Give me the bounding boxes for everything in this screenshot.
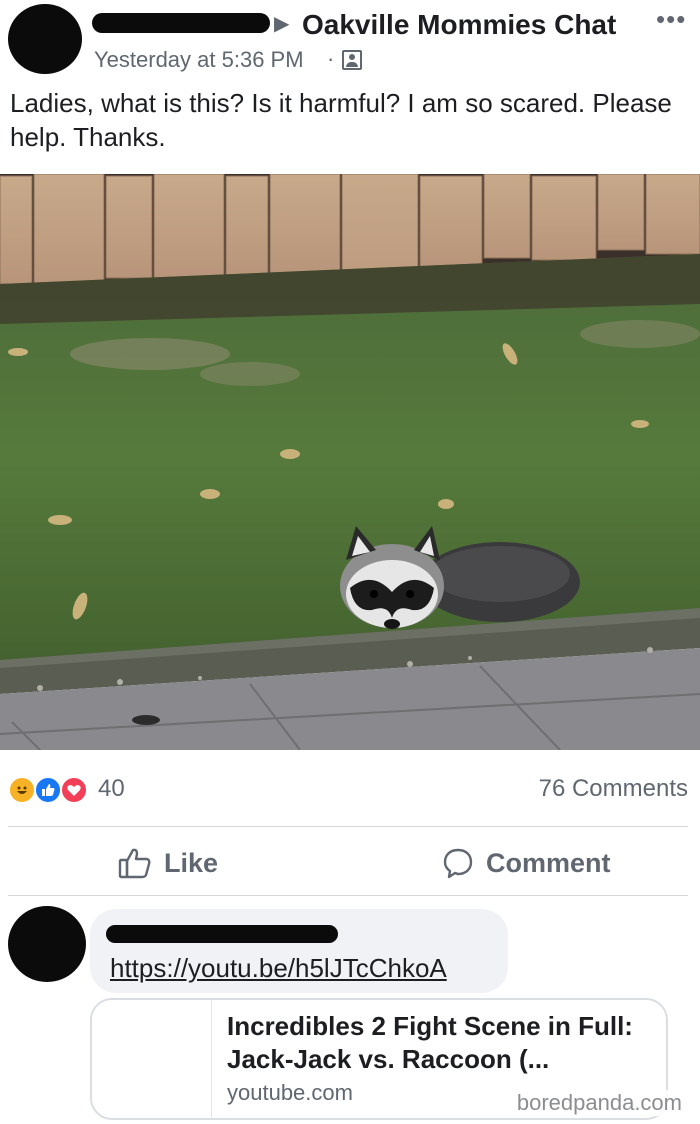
poster-avatar-redacted[interactable] — [8, 4, 82, 74]
comment-bubble: https://youtu.be/h5lJTcChkoA — [90, 909, 508, 993]
link-preview-domain: youtube.com — [227, 1080, 353, 1105]
comment-bubble-icon — [443, 848, 473, 879]
divider — [8, 895, 688, 896]
commenter-avatar-redacted[interactable] — [8, 906, 86, 982]
more-options-icon[interactable]: ••• — [656, 4, 686, 35]
like-reaction-icon[interactable] — [34, 776, 62, 804]
comment-youtube-link[interactable]: https://youtu.be/h5lJTcChkoA — [110, 953, 447, 984]
raccoon-photo — [0, 174, 700, 750]
group-audience-icon — [342, 50, 362, 70]
link-preview-thumbnail — [92, 1000, 212, 1118]
love-reaction-icon[interactable] — [60, 776, 88, 804]
post-text: Ladies, what is this? Is it harmful? I a… — [10, 88, 672, 152]
dot-separator: · — [327, 46, 335, 71]
group-name-link[interactable]: Oakville Mommies Chat — [302, 9, 616, 41]
comment-count[interactable]: 76 Comments — [539, 775, 688, 803]
divider — [8, 826, 688, 827]
reaction-count[interactable]: 40 — [98, 775, 125, 803]
arrow-right-icon: ▶ — [274, 13, 290, 35]
watermark: boredpanda.com — [514, 1090, 684, 1116]
commenter-name-redacted[interactable] — [106, 925, 338, 943]
thumbs-up-icon — [118, 848, 151, 879]
post-timestamp[interactable]: Yesterday at 5:36 PM — [94, 47, 304, 73]
like-button-label: Like — [164, 847, 219, 878]
comment-button-label: Comment — [486, 847, 611, 878]
haha-reaction-icon[interactable] — [8, 776, 36, 804]
reactions-bar: 40 76 Comments — [0, 770, 700, 810]
poster-name-redacted[interactable] — [92, 13, 270, 33]
post-header: ▶ Oakville Mommies Chat ••• Yesterday at… — [0, 0, 700, 80]
comment-button[interactable]: Comment — [442, 843, 611, 883]
like-button[interactable]: Like — [118, 843, 218, 883]
post-photo[interactable] — [0, 174, 700, 750]
link-preview-title: Incredibles 2 Fight Scene in Full: Jack-… — [227, 1011, 633, 1074]
